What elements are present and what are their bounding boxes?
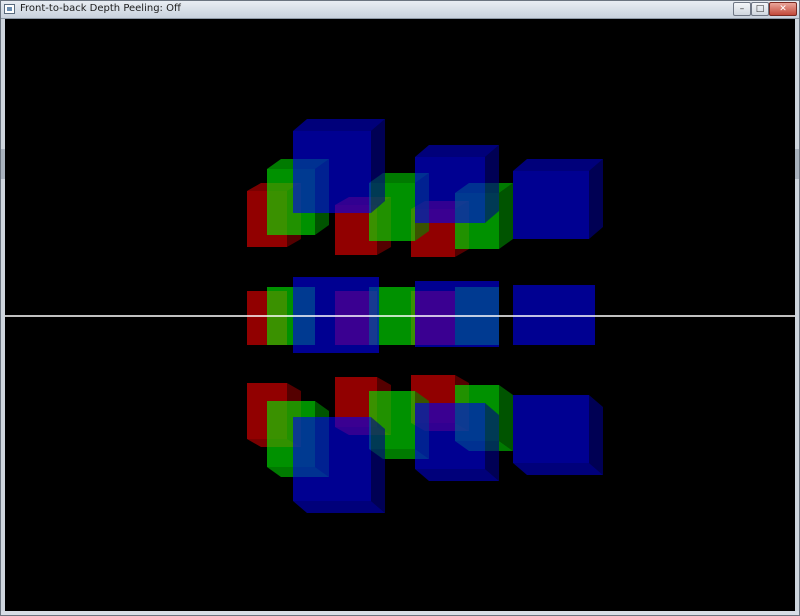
minimize-button[interactable]: – (733, 2, 751, 16)
close-button[interactable]: ✕ (769, 2, 797, 16)
cube-mid-blue-1 (293, 277, 379, 353)
cube-mid-blue-3-front (513, 285, 595, 345)
right-frame-marker (795, 149, 799, 179)
cube-bot-blue-3 (513, 395, 603, 475)
cube-mid-blue-2-front (415, 281, 499, 347)
cube-bot-blue-3-side (589, 395, 603, 475)
cube-top-blue-2-cap (415, 145, 499, 157)
cube-top-green-3-side (499, 183, 513, 249)
cube-top-blue-2-side (485, 145, 499, 223)
cube-bot-blue-2-front (415, 403, 485, 469)
cube-mid-blue-3 (513, 285, 595, 345)
cube-top-blue-1-front (293, 131, 371, 213)
cube-top-blue-1-cap (293, 119, 385, 131)
cube-top-blue-3 (513, 159, 603, 239)
cube-top-blue-1 (293, 119, 385, 213)
cube-mid-blue-1-front (293, 277, 379, 353)
cube-top-blue-3-cap (513, 159, 603, 171)
right-frame-edge (795, 19, 799, 611)
cube-bot-blue-3-cap (513, 463, 603, 475)
cube-top-blue-3-side (589, 159, 603, 239)
cube-mid-blue-2 (415, 281, 499, 347)
cube-bot-blue-2 (415, 403, 499, 481)
title-bar[interactable]: Front-to-back Depth Peeling: Off – □ ✕ (1, 1, 799, 19)
cube-bot-blue-1-front (293, 417, 371, 501)
cube-top-blue-3-front (513, 171, 589, 239)
render-viewport[interactable] (5, 19, 795, 611)
window-title: Front-to-back Depth Peeling: Off (20, 3, 181, 14)
cube-scene (5, 119, 795, 513)
app-window-icon[interactable] (4, 4, 15, 14)
cube-bot-blue-1 (293, 417, 385, 513)
cube-top-blue-2 (415, 145, 499, 223)
cube-bot-blue-3-front (513, 395, 589, 463)
cube-top-blue-2-front (415, 157, 485, 223)
app-window: Front-to-back Depth Peeling: Off – □ ✕ (0, 0, 800, 616)
cube-bot-blue-1-cap (293, 501, 385, 513)
cube-top-blue-1-side (371, 119, 385, 213)
maximize-button[interactable]: □ (751, 2, 769, 16)
cube-bot-blue-2-side (485, 403, 499, 481)
cube-bot-blue-2-cap (415, 469, 499, 481)
cube-bot-blue-1-side (371, 417, 385, 513)
cube-bot-green-3-side (499, 385, 513, 451)
